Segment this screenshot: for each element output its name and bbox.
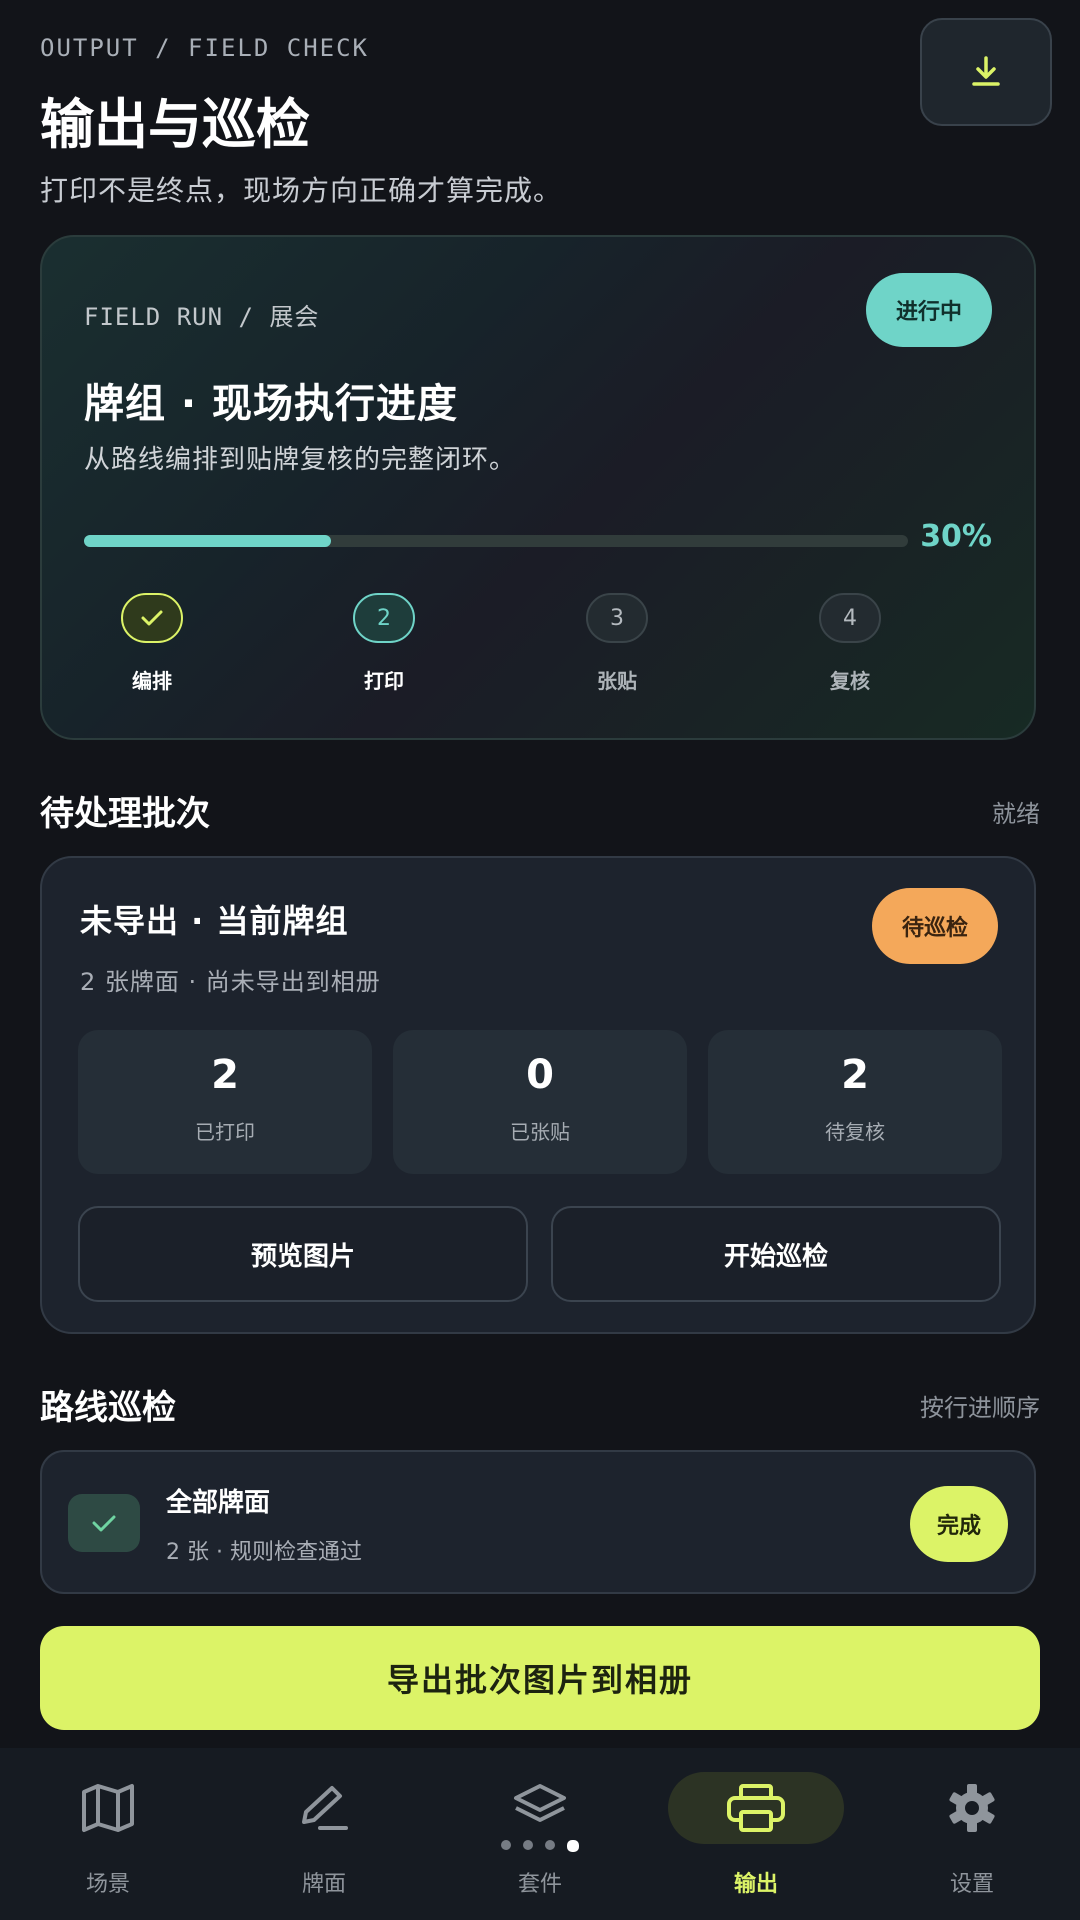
stat-label: 已打印 <box>195 1120 255 1144</box>
route-item[interactable]: 全部牌面 2 张 · 规则检查通过 完成 <box>40 1450 1036 1594</box>
step-label: 打印 <box>364 669 404 693</box>
page-dots <box>501 1840 579 1852</box>
pending-section-status: 就绪 <box>992 800 1040 828</box>
nav-item-scene[interactable]: 场景 <box>0 1758 216 1908</box>
field-run-title: 牌组 · 现场执行进度 <box>84 381 459 427</box>
step-review: 4 复核 <box>780 593 920 694</box>
field-run-card: FIELD RUN / 展会 进行中 牌组 · 现场执行进度 从路线编排到贴牌复… <box>40 235 1036 740</box>
step-circle: 3 <box>586 593 648 643</box>
stat-value: 2 <box>841 1052 869 1098</box>
stat-posted: 0 已张贴 <box>393 1030 687 1174</box>
pen-icon <box>236 1772 412 1844</box>
page-title: 输出与巡检 <box>40 93 310 156</box>
nav-label: 牌面 <box>301 1872 346 1897</box>
batch-subtitle: 2 张牌面 · 尚未导出到相册 <box>80 968 381 996</box>
download-icon <box>972 56 1000 86</box>
progress-fill <box>84 535 332 547</box>
field-run-eyebrow: FIELD RUN / 展会 <box>84 303 320 331</box>
route-section-status: 按行进顺序 <box>920 1394 1040 1422</box>
download-button[interactable] <box>920 18 1052 126</box>
batch-card: 未导出 · 当前牌组 2 张牌面 · 尚未导出到相册 待巡检 2 已打印 0 已… <box>40 856 1036 1334</box>
pending-section-title: 待处理批次 <box>40 794 210 834</box>
nav-label: 套件 <box>517 1872 562 1897</box>
field-run-description: 从路线编排到贴牌复核的完整闭环。 <box>84 445 517 475</box>
page-subtitle: 打印不是终点，现场方向正确才算完成。 <box>40 174 563 207</box>
step-circle: 2 <box>353 593 415 643</box>
check-icon <box>92 1515 116 1532</box>
map-icon <box>20 1772 196 1844</box>
nav-item-kits[interactable]: 套件 <box>432 1758 648 1908</box>
nav-item-output[interactable]: 输出 <box>648 1758 864 1908</box>
step-label: 张贴 <box>597 669 637 693</box>
step-label: 复核 <box>830 669 870 693</box>
nav-label: 设置 <box>949 1872 994 1897</box>
step-arrange: 编排 <box>82 593 222 694</box>
gear-icon <box>884 1772 1060 1844</box>
progress-percent: 30% <box>920 519 992 554</box>
start-inspection-button[interactable]: 开始巡检 <box>551 1206 1001 1302</box>
page-eyebrow: OUTPUT / FIELD CHECK <box>40 34 369 62</box>
pending-badge: 待巡检 <box>872 888 998 964</box>
stat-label: 待复核 <box>825 1120 885 1144</box>
layers-icon <box>452 1772 628 1852</box>
step-circle: 4 <box>819 593 881 643</box>
stat-value: 0 <box>526 1052 554 1098</box>
step-circle <box>121 593 183 643</box>
page-header: OUTPUT / FIELD CHECK 输出与巡检 打印不是终点，现场方向正确… <box>40 34 1040 207</box>
route-item-subtitle: 2 张 · 规则检查通过 <box>166 1540 362 1565</box>
batch-title: 未导出 · 当前牌组 <box>80 902 349 940</box>
nav-item-faces[interactable]: 牌面 <box>216 1758 432 1908</box>
step-label: 编排 <box>132 669 172 693</box>
stat-label: 已张贴 <box>510 1120 570 1144</box>
progress-track <box>84 535 908 547</box>
route-section-title: 路线巡检 <box>40 1388 176 1428</box>
route-item-title: 全部牌面 <box>166 1488 271 1518</box>
step-post: 3 张贴 <box>547 593 687 694</box>
preview-images-button[interactable]: 预览图片 <box>78 1206 528 1302</box>
check-icon <box>141 610 163 626</box>
step-indicator: 编排 2 打印 3 张贴 4 复核 <box>82 593 998 703</box>
stat-printed: 2 已打印 <box>78 1030 372 1174</box>
stat-value: 2 <box>211 1052 239 1098</box>
step-print: 2 打印 <box>314 593 454 694</box>
printer-icon <box>668 1772 844 1844</box>
nav-label: 场景 <box>85 1872 130 1897</box>
stat-to-review: 2 待复核 <box>708 1030 1002 1174</box>
complete-badge: 完成 <box>910 1486 1008 1562</box>
nav-label: 输出 <box>733 1872 778 1897</box>
status-badge: 进行中 <box>866 273 992 347</box>
export-batch-button[interactable]: 导出批次图片到相册 <box>40 1626 1040 1730</box>
bottom-nav: 场景 牌面 套件 输出 设置 <box>0 1748 1080 1920</box>
route-check <box>68 1494 140 1552</box>
nav-item-settings[interactable]: 设置 <box>864 1758 1080 1908</box>
